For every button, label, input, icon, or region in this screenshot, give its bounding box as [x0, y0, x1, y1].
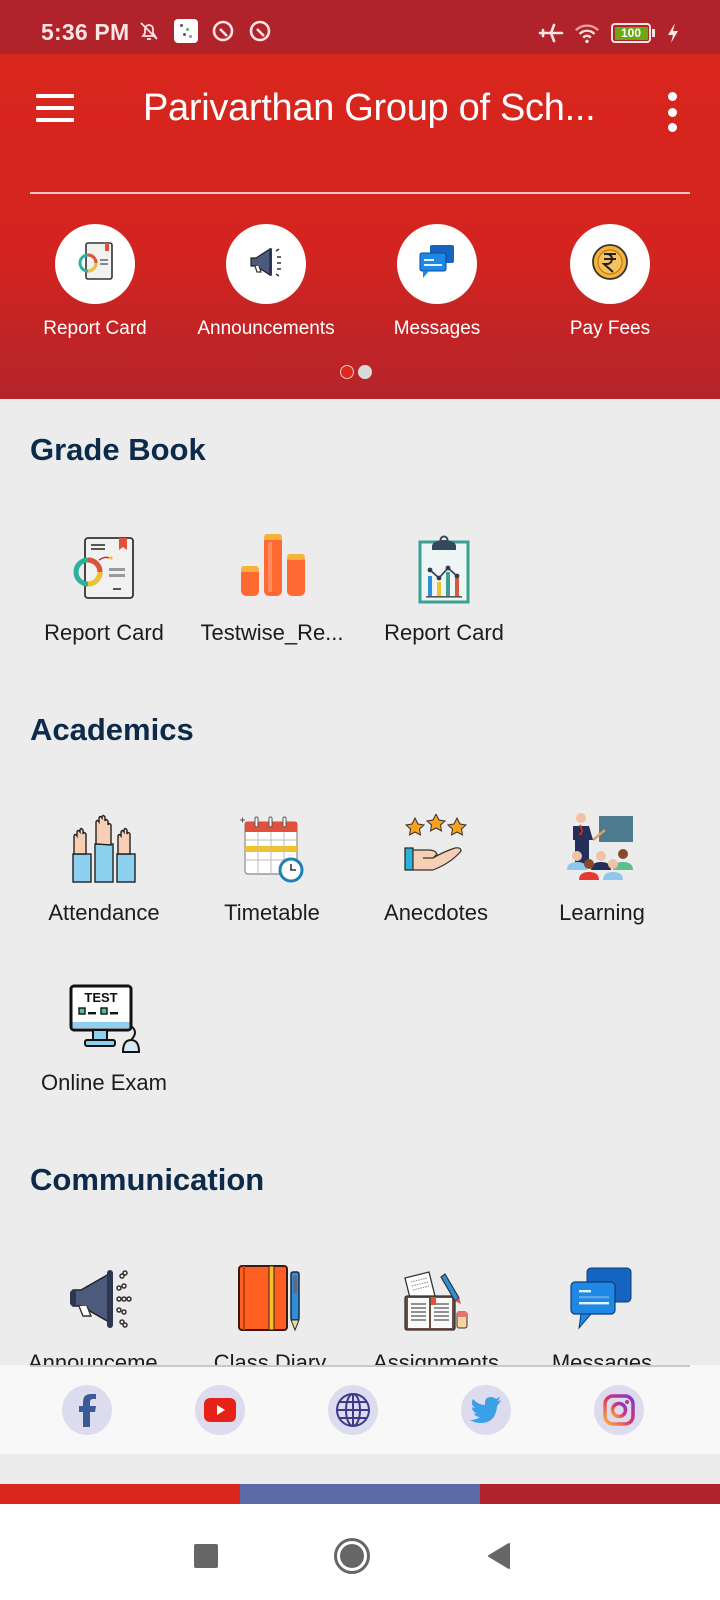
tile-messages[interactable]: Messages: [517, 1262, 687, 1365]
app-title: Parivarthan Group of Sch...: [143, 87, 596, 129]
quick-action-label: Report Card: [43, 318, 147, 339]
pager-dot-active[interactable]: [340, 365, 354, 379]
calendar-clock-icon: [235, 812, 309, 886]
section-title-academics: Academics: [30, 712, 194, 747]
tile-label: Assignments: [373, 1350, 499, 1365]
tile-testwise-report[interactable]: Testwise_Re...: [187, 532, 357, 646]
header-divider: [30, 192, 690, 194]
raised-hands-icon: [67, 812, 141, 886]
tile-announcements[interactable]: Announceme...: [17, 1262, 187, 1365]
report-card-icon: [67, 532, 141, 606]
notebook-pen-icon: [233, 1262, 307, 1336]
clipboard-chart-icon: [407, 532, 481, 606]
status-bar: 5:36 PM 100: [0, 0, 720, 54]
quick-action-label: Messages: [393, 318, 481, 339]
social-links-bar: [0, 1365, 720, 1454]
dashboard-content[interactable]: Grade Book Report Card Testwise_Re... Re…: [0, 399, 720, 1365]
more-vert-icon[interactable]: [664, 92, 680, 132]
tile-label: Report Card: [44, 620, 164, 645]
tile-label: Report Card: [384, 620, 504, 645]
data-saver-icon: [210, 18, 236, 44]
tile-timetable[interactable]: Timetable: [187, 812, 357, 926]
tile-class-diary[interactable]: Class Diary: [185, 1262, 355, 1365]
teacher-class-icon: [565, 812, 639, 886]
decorative-color-strip: [0, 1484, 720, 1504]
quick-action-pay-fees[interactable]: Pay Fees: [525, 224, 695, 340]
tile-label: Testwise_Re...: [200, 620, 344, 645]
report-card-icon: [72, 239, 118, 290]
twitter-icon[interactable]: [461, 1385, 511, 1435]
recents-square-icon[interactable]: [184, 1534, 228, 1578]
tile-report-card[interactable]: Report Card: [19, 532, 189, 646]
svg-text:TEST: TEST: [84, 990, 117, 1005]
book-pencil-icon: [399, 1262, 473, 1336]
home-circle-icon[interactable]: [330, 1534, 374, 1578]
charging-icon: [666, 20, 680, 46]
tile-label: Anecdotes: [384, 900, 488, 925]
app-notification-icon: [173, 18, 199, 44]
chat-bubbles-icon: [565, 1262, 639, 1336]
system-navigation-bar: [0, 1504, 720, 1600]
tile-label: Class Diary: [213, 1350, 327, 1365]
status-time: 5:36 PM: [41, 19, 130, 45]
notifications-muted-icon: [136, 18, 162, 44]
stars-hand-icon: [399, 812, 473, 886]
wifi-icon: [574, 20, 600, 46]
pager-dot[interactable]: [358, 365, 372, 379]
airplane-mode-icon: [538, 20, 564, 46]
battery-icon: 100: [610, 20, 656, 46]
tile-label: Attendance: [48, 900, 160, 925]
tile-online-exam[interactable]: TEST Online Exam: [19, 982, 189, 1096]
tile-label: Announceme...: [28, 1350, 176, 1365]
bar-columns-icon: [235, 532, 309, 606]
data-saver-icon: [247, 18, 273, 44]
tile-label: Timetable: [224, 900, 320, 925]
tile-attendance[interactable]: Attendance: [19, 812, 189, 926]
globe-icon[interactable]: [328, 1385, 378, 1435]
instagram-icon[interactable]: [594, 1385, 644, 1435]
app-header: Parivarthan Group of Sch... Report Card …: [0, 54, 720, 399]
chat-bubbles-icon: [414, 239, 460, 290]
tile-assignments[interactable]: Assignments: [351, 1262, 521, 1365]
back-triangle-icon[interactable]: [476, 1534, 520, 1578]
quick-action-report-card[interactable]: Report Card: [10, 224, 180, 340]
rupee-coin-icon: [587, 239, 633, 290]
youtube-icon[interactable]: [195, 1385, 245, 1435]
tile-anecdotes[interactable]: Anecdotes: [351, 812, 521, 926]
hamburger-menu-icon[interactable]: [34, 94, 76, 126]
quick-action-messages[interactable]: Messages: [352, 224, 522, 340]
tile-label: Messages: [551, 1350, 653, 1365]
section-title-grade-book: Grade Book: [30, 432, 206, 467]
tile-label: Learning: [559, 900, 645, 925]
quick-actions-carousel[interactable]: Report Card Announcements Messages Pay F…: [0, 224, 720, 354]
quick-action-announcements[interactable]: Announcements: [181, 224, 351, 340]
section-title-communication: Communication: [30, 1162, 265, 1197]
megaphone-icon: [65, 1262, 139, 1336]
facebook-icon[interactable]: [62, 1385, 112, 1435]
tile-report-card-chart[interactable]: Report Card: [359, 532, 529, 646]
carousel-pager[interactable]: [340, 365, 372, 379]
tile-label: Online Exam: [41, 1070, 167, 1095]
quick-action-label: Announcements: [197, 318, 335, 339]
quick-action-label: Pay Fees: [569, 318, 651, 339]
tile-learning[interactable]: Learning: [517, 812, 687, 926]
megaphone-icon: [243, 239, 289, 290]
test-monitor-icon: TEST: [67, 982, 141, 1056]
